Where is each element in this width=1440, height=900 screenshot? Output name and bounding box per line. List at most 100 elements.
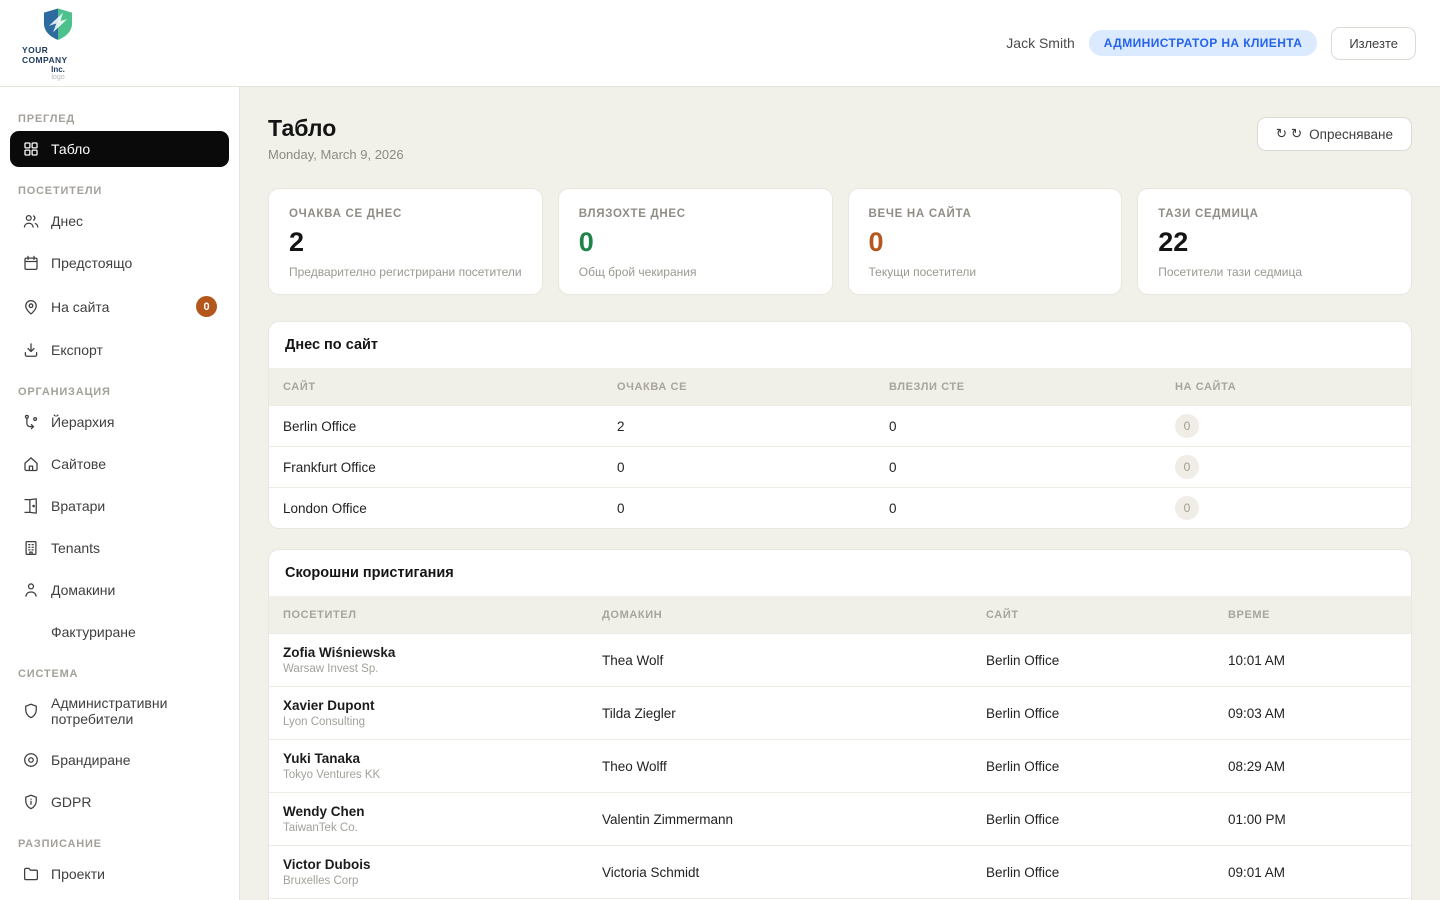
site-cell: Berlin Office	[986, 865, 1228, 880]
sidebar-item-on-site[interactable]: На сайта0	[10, 287, 229, 326]
table-row: Yuki TanakaTokyo Ventures KKTheo WolffBe…	[269, 739, 1411, 792]
sidebar-section-label: РАЗПИСАНИЕ	[18, 838, 229, 850]
column-header: САЙТ	[986, 609, 1228, 621]
page-title: Табло	[268, 115, 404, 142]
stat-value: 0	[579, 229, 812, 256]
stat-card-checked-in-today: ВЛЯЗОХТЕ ДНЕС 0 Общ брой чекирания	[558, 188, 833, 295]
download-icon	[22, 341, 40, 359]
on-site-cell: 0	[1175, 414, 1411, 438]
company-logo: YOUR COMPANY Inc. logo	[22, 6, 94, 81]
sidebar-item-hosts[interactable]: Домакини	[10, 572, 229, 608]
today-by-site-panel: Днес по сайт САЙТ ОЧАКВА СЕ ВЛЕЗЛИ СТЕ Н…	[268, 321, 1412, 529]
sidebar-item-label: Домакини	[51, 582, 115, 598]
sidebar-item-today[interactable]: Днес	[10, 203, 229, 239]
recent-arrivals-rows: Zofia WiśniewskaWarsaw Invest Sp.Thea Wo…	[269, 633, 1411, 900]
stat-caption: Посетители тази седмица	[1158, 265, 1391, 279]
visitor-cell: Wendy ChenTaiwanTek Co.	[283, 804, 602, 834]
refresh-icon: ↻ ↻	[1276, 126, 1302, 142]
sidebar-item-label: Йерархия	[51, 414, 114, 430]
host-cell: Victoria Schmidt	[602, 865, 986, 880]
stat-value: 0	[869, 229, 1102, 256]
stat-caption: Общ брой чекирания	[579, 265, 812, 279]
table-row: Zofia WiśniewskaWarsaw Invest Sp.Thea Wo…	[269, 633, 1411, 686]
visitor-name: Xavier Dupont	[283, 698, 602, 713]
sidebar-item-dashboard[interactable]: Табло	[10, 131, 229, 167]
sidebar-item-sites[interactable]: Сайтове	[10, 446, 229, 482]
stat-label: ТАЗИ СЕДМИЦА	[1158, 208, 1391, 220]
shield-check-icon	[22, 793, 40, 811]
sidebar-item-gdpr[interactable]: GDPR	[10, 784, 229, 820]
host-cell: Tilda Ziegler	[602, 706, 986, 721]
visitor-cell: Yuki TanakaTokyo Ventures KK	[283, 751, 602, 781]
host-cell: Theo Wolff	[602, 759, 986, 774]
logo-tagline-text: logo	[51, 74, 64, 81]
on-site-cell: 0	[1175, 496, 1411, 520]
on-site-count-badge: 0	[196, 296, 217, 317]
sidebar-item-hierarchy[interactable]: Йерархия	[10, 404, 229, 440]
logout-button[interactable]: Излезте	[1331, 27, 1416, 60]
role-badge: АДМИНИСТРАТОР НА КЛИЕНТА	[1089, 30, 1318, 56]
stats-grid: ОЧАКВА СЕ ДНЕС 2 Предварително регистрир…	[268, 188, 1412, 295]
today-by-site-title: Днес по сайт	[269, 322, 1411, 368]
site-cell: Berlin Office	[986, 653, 1228, 668]
stat-value: 2	[289, 229, 522, 256]
site-name-cell: London Office	[283, 501, 617, 516]
visitor-name: Wendy Chen	[283, 804, 602, 819]
visitor-cell: Victor DuboisBruxelles Corp	[283, 857, 602, 887]
column-header: НА САЙТА	[1175, 381, 1411, 393]
stat-caption: Предварително регистрирани посетители	[289, 265, 522, 279]
site-cell: Berlin Office	[986, 706, 1228, 721]
host-cell: Thea Wolf	[602, 653, 986, 668]
users-icon	[22, 212, 40, 230]
visitor-name: Yuki Tanaka	[283, 751, 602, 766]
site-name-cell: Berlin Office	[283, 419, 617, 434]
sidebar-item-projects[interactable]: Проекти	[10, 856, 229, 892]
table-row: Wendy ChenTaiwanTek Co.Valentin Zimmerma…	[269, 792, 1411, 845]
logo-suffix-text: Inc.	[51, 65, 65, 74]
person-icon	[22, 581, 40, 599]
disc-icon	[22, 751, 40, 769]
stat-card-expected-today: ОЧАКВА СЕ ДНЕС 2 Предварително регистрир…	[268, 188, 543, 295]
stat-label: ВЛЯЗОХТЕ ДНЕС	[579, 208, 812, 220]
sidebar-section-label: ПРЕГЛЕД	[18, 113, 229, 125]
site-cell: Berlin Office	[986, 759, 1228, 774]
sidebar-item-label: Предстоящо	[51, 255, 132, 271]
blank-icon	[22, 623, 40, 641]
sidebar-item-tenants[interactable]: Tenants	[10, 530, 229, 566]
stat-card-currently-on-site: ВЕЧЕ НА САЙТА 0 Текущи посетители	[848, 188, 1123, 295]
time-cell: 01:00 PM	[1228, 812, 1411, 827]
refresh-button[interactable]: ↻ ↻ Опресняване	[1257, 117, 1412, 151]
visitor-cell: Xavier DupontLyon Consulting	[283, 698, 602, 728]
building-icon	[22, 539, 40, 557]
time-cell: 08:29 AM	[1228, 759, 1411, 774]
time-cell: 09:01 AM	[1228, 865, 1411, 880]
sidebar-item-label: Вратари	[51, 498, 105, 514]
stat-value: 22	[1158, 229, 1391, 256]
sidebar-item-admin-users[interactable]: Административни потребители	[10, 686, 229, 736]
expected-cell: 0	[617, 460, 889, 475]
stat-card-this-week: ТАЗИ СЕДМИЦА 22 Посетители тази седмица	[1137, 188, 1412, 295]
on-site-count-pill: 0	[1175, 455, 1199, 479]
sidebar-item-export-visitors[interactable]: Експорт	[10, 332, 229, 368]
site-cell: Berlin Office	[986, 812, 1228, 827]
sidebar-item-label: Административни потребители	[51, 695, 217, 727]
sidebar-section-label: СИСТЕМА	[18, 668, 229, 680]
stat-label: ВЕЧЕ НА САЙТА	[869, 208, 1102, 220]
today-by-site-header-row: САЙТ ОЧАКВА СЕ ВЛЕЗЛИ СТЕ НА САЙТА	[269, 368, 1411, 405]
visitor-company: Bruxelles Corp	[283, 875, 602, 887]
on-site-cell: 0	[1175, 455, 1411, 479]
logo-company-text: YOUR COMPANY	[22, 45, 94, 65]
table-row: London Office000	[269, 487, 1411, 528]
sidebar-item-label: Днес	[51, 213, 83, 229]
checked-in-cell: 0	[889, 501, 1175, 516]
sidebar-item-billing[interactable]: Фактуриране	[10, 614, 229, 650]
sidebar-item-upcoming[interactable]: Предстоящо	[10, 245, 229, 281]
visitor-cell: Zofia WiśniewskaWarsaw Invest Sp.	[283, 645, 602, 675]
table-row: Victor DuboisBruxelles CorpVictoria Schm…	[269, 845, 1411, 898]
sidebar-item-gatekeepers[interactable]: Вратари	[10, 488, 229, 524]
host-cell: Valentin Zimmermann	[602, 812, 986, 827]
sidebar-item-label: Експорт	[51, 342, 103, 358]
top-header: YOUR COMPANY Inc. logo Jack Smith АДМИНИ…	[0, 0, 1440, 87]
sidebar-item-branding[interactable]: Брандиране	[10, 742, 229, 778]
hierarchy-icon	[22, 413, 40, 431]
